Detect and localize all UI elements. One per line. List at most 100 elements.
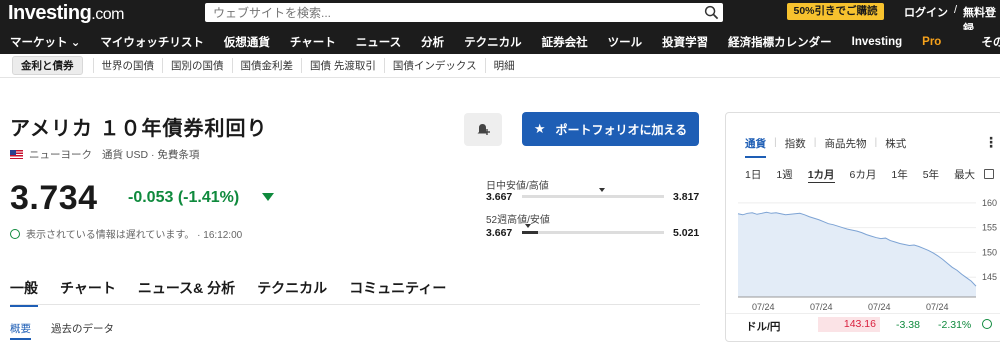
y-tick-label: 160: [982, 198, 997, 208]
more-menu-icon[interactable]: ⋮: [984, 134, 998, 151]
tab-news-analysis[interactable]: ニュース& 分析: [138, 278, 235, 307]
instrument-meta: ニューヨーク 通貨 USD · 免費条項: [10, 147, 199, 162]
panel-tab-stocks[interactable]: 株式: [885, 136, 906, 158]
nav-pro-suffix: Pro: [922, 36, 942, 48]
page-title: アメリカ １０年債券利回り: [10, 118, 268, 140]
week52-range-bar: [522, 231, 664, 234]
nav-item-calendar[interactable]: 経済指標カレンダー: [728, 34, 832, 50]
sub-nav: 金利と債券 世界の国債 国別の国債 国債金利差 国債 先渡取引 国債インデックス…: [0, 54, 1000, 78]
tab-community[interactable]: コミュニティー: [349, 278, 446, 307]
search-box[interactable]: [205, 3, 723, 22]
subnav-item-details[interactable]: 明細: [484, 58, 523, 73]
clock-icon: [10, 228, 20, 239]
range-max[interactable]: 最大: [954, 167, 975, 183]
promo-button[interactable]: 50%引きでご購読: [787, 3, 884, 20]
currency-label: 通貨 USD · 免費条項: [102, 149, 200, 161]
tab-technical[interactable]: テクニカル: [257, 278, 327, 307]
subnav-item-forwards[interactable]: 国債 先渡取引: [301, 58, 384, 73]
star-icon: ★: [533, 121, 546, 136]
nav-item-watchlist[interactable]: マイウォッチリスト: [100, 34, 204, 50]
time-range-selector: 1日 1週 1カ月 6カ月 1年 5年 最大: [745, 167, 990, 183]
nav-item-more[interactable]: その他 ⌄: [981, 34, 1000, 50]
nav-item-education[interactable]: 投資学習: [662, 34, 708, 50]
nav-item-pro[interactable]: Investing Pro: [852, 36, 962, 48]
alert-button[interactable]: [464, 113, 502, 146]
logo-main: Investing: [8, 2, 92, 24]
nav-item-charts[interactable]: チャート: [290, 34, 336, 50]
panel-tabs: 通貨 | 指数 | 商品先物 | 株式: [745, 136, 914, 158]
delay-note: 表示されている情報は遅れています。 · 16:12:00: [10, 226, 242, 241]
range-1m[interactable]: 1カ月: [807, 167, 835, 183]
range-1d[interactable]: 1日: [745, 167, 761, 183]
panel-tab-currencies[interactable]: 通貨: [745, 136, 766, 158]
market-panel: 通貨 | 指数 | 商品先物 | 株式 ⋮ 1日 1週 1カ月 6カ月 1年 5…: [725, 112, 1000, 342]
week52-range-marker: [524, 224, 531, 228]
clock-icon: [982, 319, 992, 329]
nav-item-markets[interactable]: マーケット ⌄: [10, 34, 80, 50]
week52-high: 5.021: [673, 227, 700, 239]
down-arrow-icon: [262, 193, 274, 201]
exchange-label: ニューヨーク: [29, 149, 92, 161]
subtab-overview[interactable]: 概要: [10, 321, 31, 340]
login-link[interactable]: ログイン: [904, 4, 948, 20]
range-1w[interactable]: 1週: [776, 167, 792, 183]
price-change: -0.053 (-1.41%): [128, 189, 240, 206]
range-1y[interactable]: 1年: [891, 167, 907, 183]
panel-tab-divider: |: [774, 136, 777, 148]
search-icon[interactable]: [704, 5, 719, 20]
subnav-item-country-bonds[interactable]: 国別の国債: [162, 58, 232, 73]
top-bar: Investing.com 50%引きでご購読 ログイン / 無料登録: [0, 0, 1000, 35]
quote-price: 143.16: [818, 317, 880, 332]
x-tick-label: 07/24: [752, 302, 775, 312]
subnav-item-world-bonds[interactable]: 世界の国債: [92, 58, 163, 73]
subnav-item-indices[interactable]: 国債インデックス: [383, 58, 485, 73]
tab-general[interactable]: 一般: [10, 278, 38, 307]
quote-change: -3.38: [896, 319, 920, 331]
nav-item-analysis[interactable]: 分析: [421, 34, 444, 50]
nav-item-tools[interactable]: ツール: [608, 34, 643, 50]
x-tick-label: 07/24: [926, 302, 949, 312]
nav-item-technical[interactable]: テクニカル: [464, 34, 522, 50]
mini-chart[interactable]: 160 155 150 145 07/24 07/24 07/24 07/24: [726, 189, 1000, 313]
fullscreen-icon[interactable]: [984, 169, 994, 179]
instrument-tabs: 一般 チャート ニュース& 分析 テクニカル コミュニティー: [10, 278, 468, 307]
series-area: [738, 212, 976, 297]
sub-tabs: 概要 過去のデータ: [10, 321, 114, 340]
range-5y[interactable]: 5年: [923, 167, 939, 183]
tab-divider: [10, 304, 700, 305]
search-input[interactable]: [205, 3, 685, 22]
x-tick-label: 07/24: [810, 302, 833, 312]
y-tick-label: 155: [982, 223, 997, 233]
last-price: 3.734: [10, 179, 98, 217]
quote-row[interactable]: ドル/円 143.16 -3.38 -2.31%: [726, 313, 1000, 335]
day-range-label: 日中安値/高値: [486, 181, 549, 192]
main-nav: マーケット ⌄ マイウォッチリスト 仮想通貨 チャート ニュース 分析 テクニカ…: [0, 30, 1000, 54]
logo-suffix: .com: [91, 6, 124, 23]
x-tick-label: 07/24: [868, 302, 891, 312]
range-6m[interactable]: 6カ月: [850, 167, 877, 183]
quote-change-pct: -2.31%: [938, 319, 972, 331]
header-separator: /: [954, 4, 958, 16]
nav-item-news[interactable]: ニュース: [356, 34, 401, 50]
panel-tab-divider: |: [813, 136, 817, 148]
delay-text: 表示されている情報は遅れています。 · 16:12:00: [26, 230, 243, 241]
logo[interactable]: Investing.com: [8, 2, 124, 25]
panel-tab-divider: |: [874, 136, 878, 148]
quote-name[interactable]: ドル/円: [746, 319, 780, 334]
day-low: 3.667: [486, 191, 513, 203]
day-range-bar: [522, 195, 664, 198]
week52-range-fill: [522, 231, 538, 234]
week52-range-label: 52週高値/安値: [486, 215, 550, 226]
subnav-item-spreads[interactable]: 国債金利差: [231, 58, 302, 73]
week52-low: 3.667: [486, 227, 513, 239]
subnav-item-rates-bonds[interactable]: 金利と債券: [12, 56, 83, 75]
y-tick-label: 145: [982, 272, 997, 282]
us-flag-icon: [10, 150, 23, 159]
nav-item-brokers[interactable]: 証券会社: [542, 34, 588, 50]
nav-item-crypto[interactable]: 仮想通貨: [224, 34, 270, 50]
add-to-portfolio-button[interactable]: ★ ポートフォリオに加える: [522, 112, 699, 146]
panel-tab-commodities[interactable]: 商品先物: [824, 136, 866, 158]
panel-tab-indices[interactable]: 指数: [785, 136, 806, 158]
subtab-historical-data[interactable]: 過去のデータ: [51, 321, 114, 340]
tab-chart[interactable]: チャート: [60, 278, 116, 307]
